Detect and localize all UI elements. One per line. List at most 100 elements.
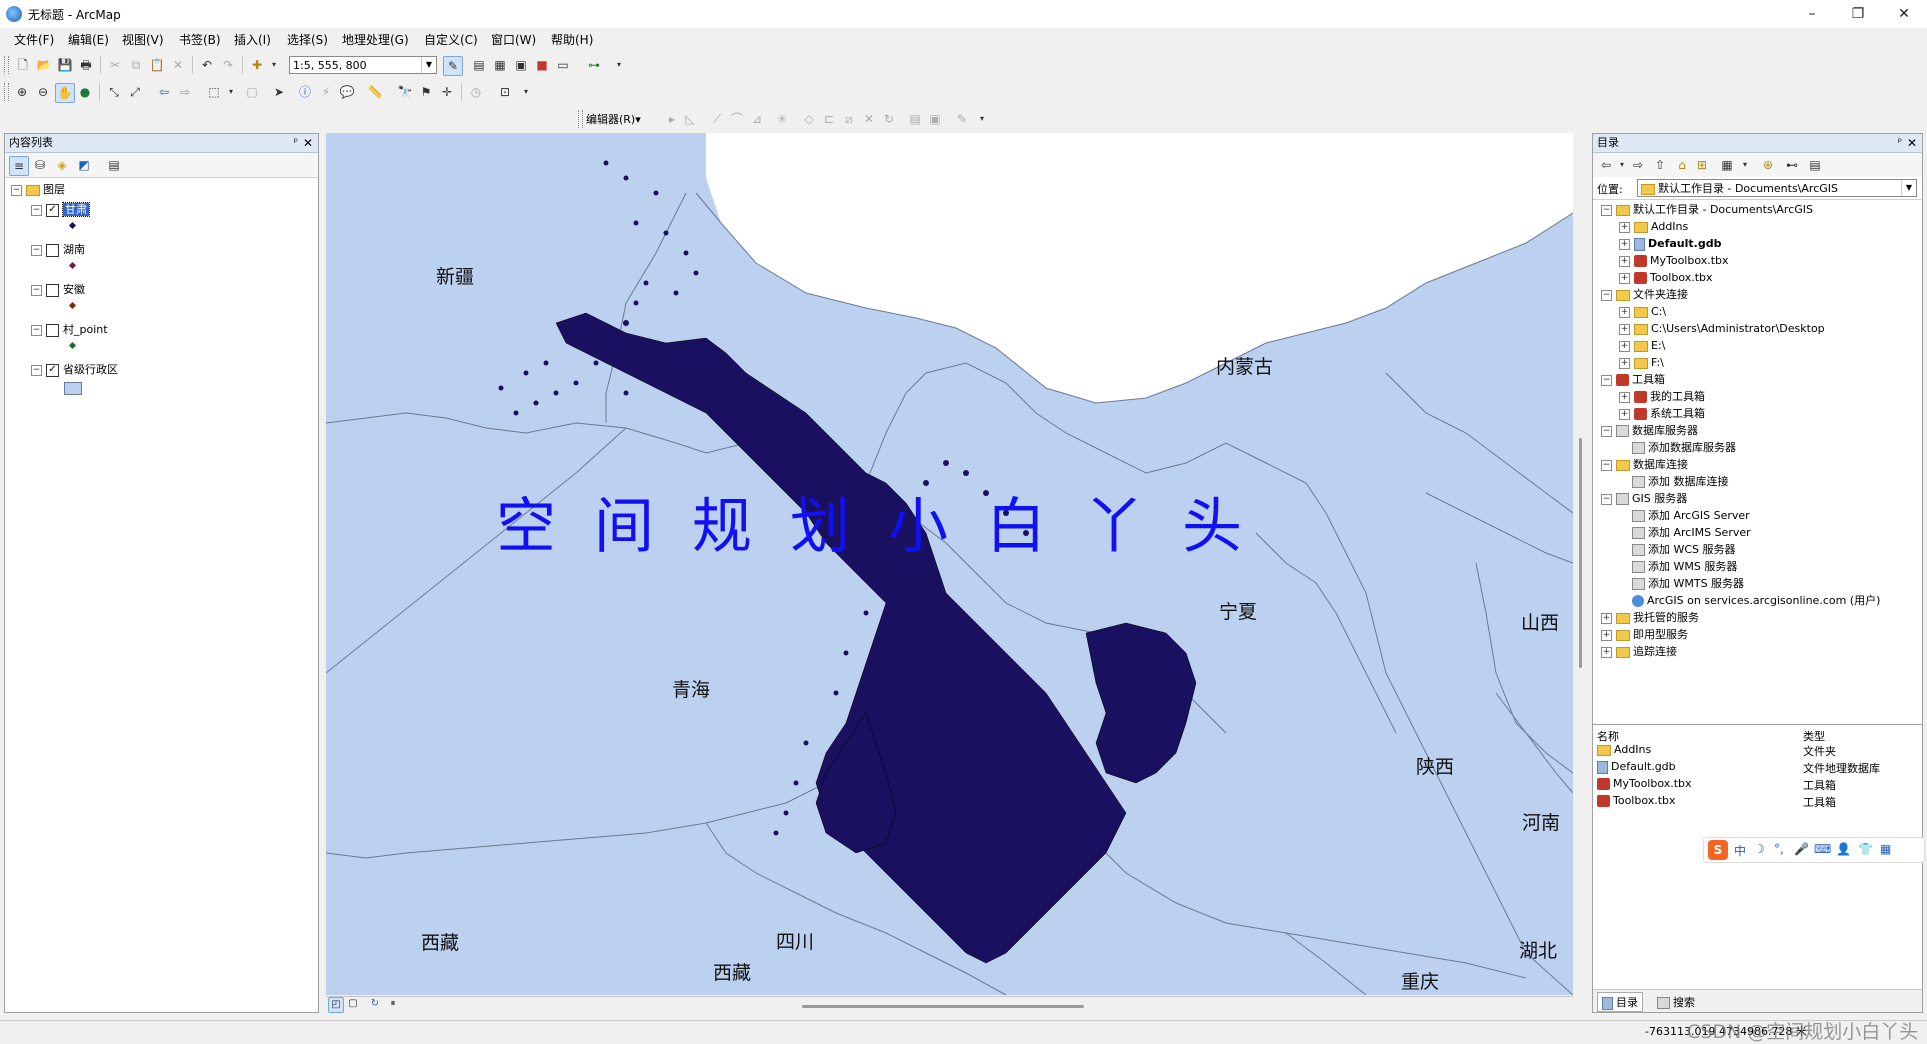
expand-icon[interactable]: + (1619, 238, 1630, 250)
pin-icon[interactable]: ᵖ (294, 134, 298, 152)
ime-language-indicator[interactable]: 中 (1734, 842, 1746, 859)
layer-row-gansu[interactable]: − ✓ 甘肃 (31, 202, 90, 218)
split-icon[interactable]: ✕ (860, 110, 878, 128)
toolbox-grid-icon[interactable]: ▦ (1880, 842, 1891, 856)
close-icon[interactable]: ✕ (1907, 134, 1917, 152)
layer-visibility-checkbox[interactable]: ✓ (46, 203, 59, 217)
catalog-tree-item[interactable]: 添加 ArcGIS Server (1619, 508, 1750, 524)
layer-visibility-checkbox[interactable] (46, 323, 59, 337)
arctoolbox-icon[interactable]: ■ (533, 56, 551, 74)
expand-icon[interactable]: + (1601, 629, 1612, 641)
catalog-tree-item[interactable]: + F:\ (1619, 355, 1664, 371)
view-options-icon[interactable]: ▦ (1718, 156, 1736, 174)
print-icon[interactable]: 🖶 (77, 56, 95, 74)
pan-icon[interactable]: ✋ (55, 83, 75, 103)
layer-name[interactable]: 安徽 (63, 283, 85, 296)
user-icon[interactable]: 👤 (1836, 842, 1851, 856)
select-features-icon[interactable]: ⬚ (205, 83, 223, 101)
chevron-down-icon[interactable]: ▼ (421, 57, 436, 73)
menu-edit[interactable]: 编辑(E) (68, 31, 109, 48)
menu-view[interactable]: 视图(V) (122, 31, 164, 48)
skin-icon[interactable]: 👕 (1858, 842, 1873, 856)
moon-icon[interactable]: ☽ (1754, 842, 1765, 856)
layout-view-icon[interactable]: ▢ (346, 997, 360, 1011)
collapse-icon[interactable]: − (31, 284, 42, 296)
table-of-contents-icon[interactable]: ▤ (470, 56, 488, 74)
catalog-tree-item[interactable]: − GIS 服务器 (1601, 491, 1687, 507)
expand-icon[interactable]: + (1619, 391, 1630, 403)
toolbar-options-icon[interactable]: ▾ (973, 110, 991, 128)
data-view-icon[interactable]: ◰ (328, 997, 344, 1013)
fixed-zoom-in-icon[interactable]: ⤡ (105, 83, 123, 101)
expand-icon[interactable]: + (1601, 646, 1612, 658)
layer-visibility-checkbox[interactable] (46, 243, 59, 257)
collapse-icon[interactable]: − (1601, 425, 1612, 437)
expand-icon[interactable]: + (1619, 255, 1630, 267)
menu-selection[interactable]: 选择(S) (287, 31, 328, 48)
undo-icon[interactable]: ↶ (198, 56, 216, 74)
clear-selection-icon[interactable]: ▢ (243, 83, 261, 101)
catalog-tree-item[interactable]: + MyToolbox.tbx (1619, 253, 1729, 269)
catalog-tree-item[interactable]: + 即用型服务 (1601, 627, 1688, 643)
vertical-scrollbar-track[interactable] (1575, 133, 1587, 995)
catalog-tree-item[interactable]: + 系统工具箱 (1619, 406, 1705, 422)
new-document-icon[interactable]: 🗋 (14, 56, 32, 74)
map-display[interactable]: 新疆 内蒙古 宁夏 山西 青海 陕西 河南 西藏 四川 西藏 湖北 重庆 空间规… (326, 133, 1573, 995)
straight-segment-icon[interactable]: ⟋ (708, 110, 726, 128)
list-item[interactable]: AddIns 文件夹 (1597, 743, 1917, 759)
list-by-selection-icon[interactable]: ◩ (75, 156, 93, 174)
expand-icon[interactable]: + (1619, 323, 1630, 335)
menu-insert[interactable]: 插入(I) (234, 31, 271, 48)
catalog-tree-item[interactable]: 添加数据库服务器 (1619, 440, 1736, 456)
layer-name[interactable]: 村_point (63, 323, 108, 336)
catalog-tree-item[interactable]: 添加 WMTS 服务器 (1619, 576, 1744, 592)
catalog-tree-item[interactable]: + AddIns (1619, 219, 1688, 235)
catalog-tree-item[interactable]: + Toolbox.tbx (1619, 270, 1713, 286)
editor-menu[interactable]: 编辑器(R)▾ (586, 111, 641, 127)
paste-icon[interactable]: 📋 (148, 56, 166, 74)
create-viewer-window-icon[interactable]: ⊡ (496, 83, 514, 101)
expand-icon[interactable]: + (1619, 306, 1630, 318)
list-by-source-icon[interactable]: ⛁ (31, 156, 49, 174)
toolbar-options-icon[interactable]: ▾ (517, 83, 535, 101)
identify-icon[interactable]: ⓘ (296, 83, 314, 101)
zoom-out-icon[interactable]: ⊖ (34, 83, 52, 101)
restore-button[interactable]: ❐ (1835, 0, 1881, 28)
refresh-icon[interactable]: ↻ (368, 997, 382, 1011)
catalog-tree-item[interactable]: ArcGIS on services.arcgisonline.com (用户) (1619, 593, 1880, 609)
menu-windows[interactable]: 窗口(W) (491, 31, 536, 48)
menu-customize[interactable]: 自定义(C) (424, 31, 478, 48)
expand-icon[interactable]: + (1619, 272, 1630, 284)
catalog-tree-item[interactable]: + 我托管的服务 (1601, 610, 1699, 626)
catalog-tree-item[interactable]: + 追踪连接 (1601, 644, 1677, 660)
collapse-icon[interactable]: − (31, 204, 42, 216)
catalog-tree-item[interactable]: − 数据库连接 (1601, 457, 1688, 473)
menu-help[interactable]: 帮助(H) (551, 31, 593, 48)
edit-annotation-icon[interactable]: ◺ (681, 110, 699, 128)
toolbar-options-icon[interactable]: ▾ (610, 56, 628, 74)
editor-toolbar-icon[interactable]: ✎ (443, 56, 463, 76)
attributes-icon[interactable]: ▤ (906, 110, 924, 128)
home-icon[interactable]: ⌂ (1673, 156, 1691, 174)
collapse-icon[interactable]: − (31, 324, 42, 336)
catalog-tree-item[interactable]: 添加 数据库连接 (1619, 474, 1729, 490)
catalog-tree-item[interactable]: − 工具箱 (1601, 372, 1665, 388)
close-button[interactable]: ✕ (1881, 0, 1927, 28)
catalog-tree-item[interactable]: − 数据库服务器 (1601, 423, 1698, 439)
location-combo[interactable]: 默认工作目录 - Documents\ArcGIS ▼ (1637, 179, 1917, 197)
layer-row-village-point[interactable]: − 村_point (31, 322, 108, 338)
menu-bookmarks[interactable]: 书签(B) (179, 31, 221, 48)
measure-icon[interactable]: 📏 (366, 83, 384, 101)
map-scale-combo[interactable]: 1:5, 555, 800 ▼ (289, 56, 437, 74)
layer-visibility-checkbox[interactable]: ✓ (46, 363, 59, 377)
catalog-tree-item[interactable]: + E:\ (1619, 338, 1665, 354)
curve-icon[interactable]: ⌒ (728, 110, 746, 128)
new-folder-icon[interactable]: ⊕ (1759, 156, 1777, 174)
layer-visibility-checkbox[interactable] (46, 283, 59, 297)
catalog-tree-item[interactable]: − 默认工作目录 - Documents\ArcGIS (1601, 202, 1813, 218)
open-icon[interactable]: 📂 (35, 56, 53, 74)
minimize-button[interactable]: – (1789, 0, 1835, 28)
collapse-icon[interactable]: − (31, 364, 42, 376)
menu-geoprocessing[interactable]: 地理处理(G) (342, 31, 409, 48)
time-slider-icon[interactable]: ◷ (467, 83, 485, 101)
